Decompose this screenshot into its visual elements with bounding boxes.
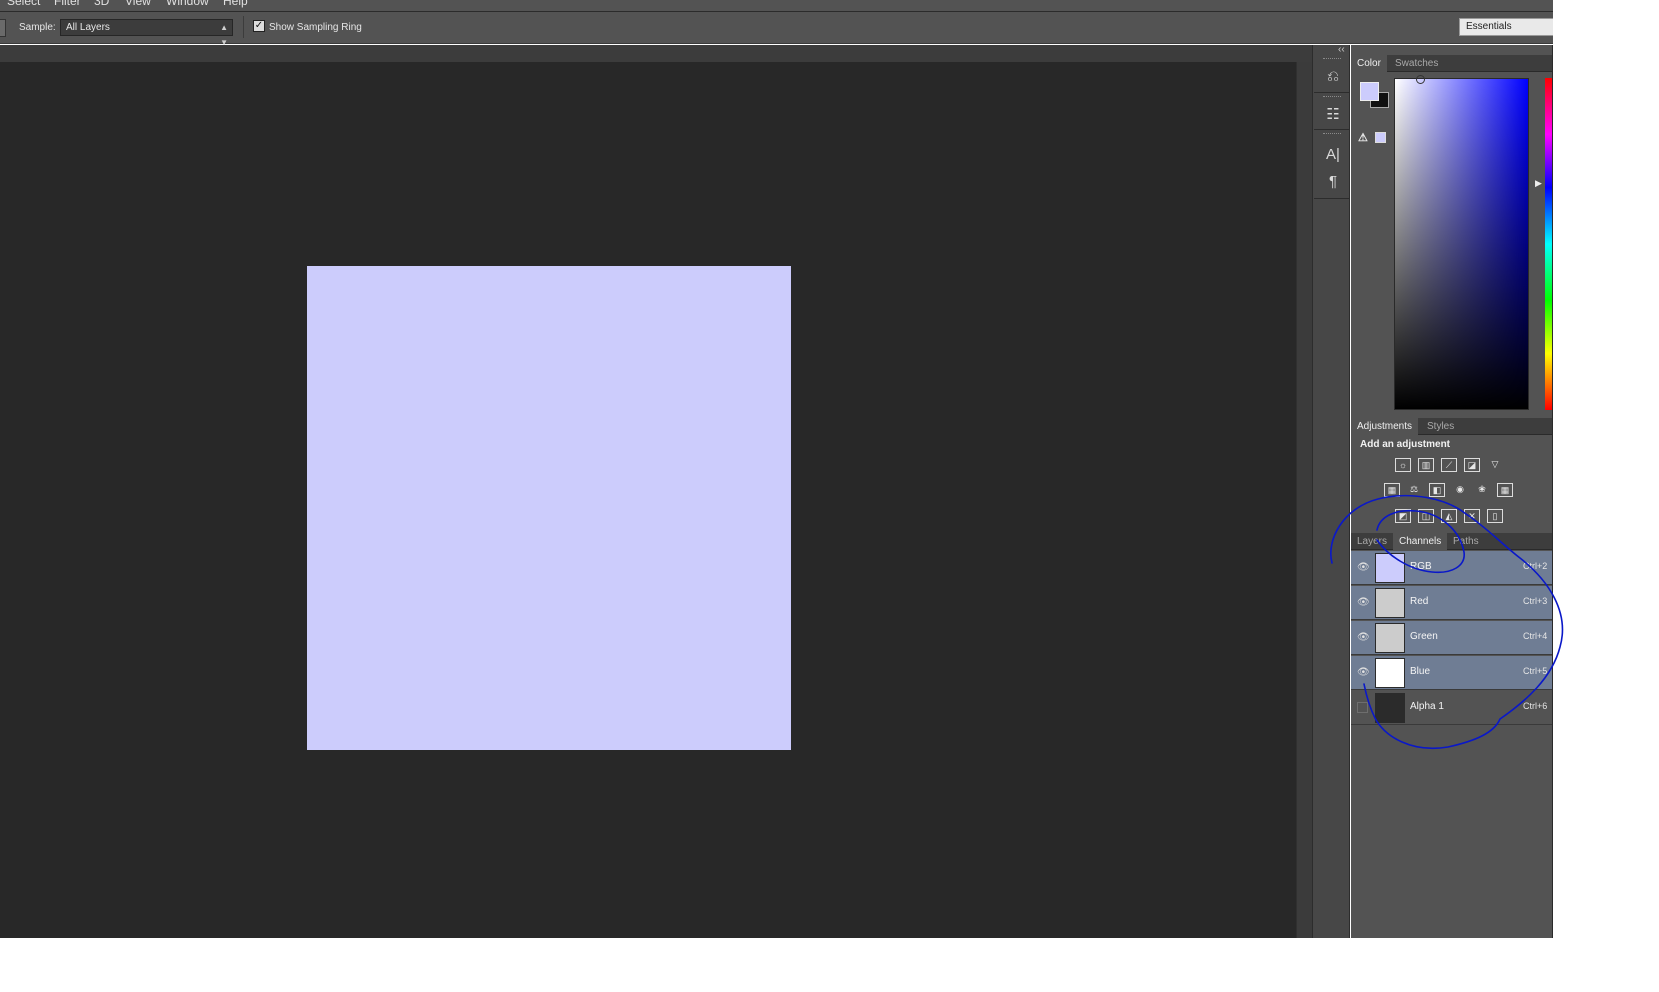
channel-thumbnail <box>1375 658 1405 688</box>
channel-mixer-icon[interactable]: ❀ <box>1474 483 1490 497</box>
tool-preset-picker[interactable] <box>0 19 6 37</box>
gamut-correction-swatch[interactable] <box>1375 132 1386 143</box>
document-canvas[interactable] <box>307 266 791 750</box>
channel-name: Red <box>1410 596 1429 607</box>
black-white-icon[interactable]: ◧ <box>1429 483 1445 497</box>
visibility-eye-icon[interactable]: 👁 <box>1357 597 1370 609</box>
show-sampling-ring-checkbox[interactable]: ✓ <box>253 20 265 32</box>
saturation-brightness-field[interactable] <box>1394 78 1529 410</box>
hue-slider-handle[interactable]: ▶ <box>1535 178 1542 189</box>
dock-divider <box>1314 92 1349 93</box>
sample-select[interactable]: All Layers ▲ ▼ <box>60 19 233 47</box>
tab-paths[interactable]: Paths <box>1447 533 1485 550</box>
channel-row-red[interactable]: 👁 Red Ctrl+3 <box>1351 586 1553 620</box>
selective-color-icon[interactable]: ✕ <box>1464 509 1480 523</box>
panel-dock-collapsed: ⎌ ☷ A| ¶ <box>1312 45 1350 938</box>
screen-bottom-edge <box>0 938 1568 992</box>
dock-grip[interactable] <box>1323 133 1341 135</box>
show-sampling-ring-label: Show Sampling Ring <box>269 22 362 33</box>
channel-row-blue[interactable]: 👁 Blue Ctrl+5 <box>1351 656 1553 690</box>
menu-window[interactable]: Window <box>166 0 209 8</box>
vibrance-icon[interactable]: ▽ <box>1487 458 1503 472</box>
menu-view[interactable]: View <box>125 0 151 8</box>
sample-label: Sample: <box>19 22 56 33</box>
channel-shortcut: Ctrl+4 <box>1523 631 1548 641</box>
channel-name: Blue <box>1410 666 1431 677</box>
visibility-eye-icon[interactable]: 👁 <box>1357 667 1370 679</box>
sample-select-value: All Layers <box>66 22 110 33</box>
foreground-color-swatch[interactable] <box>1360 82 1379 101</box>
hue-saturation-icon[interactable]: ▦ <box>1384 483 1400 497</box>
options-bar <box>0 12 1568 44</box>
color-picker-cursor[interactable] <box>1416 75 1425 84</box>
channel-thumbnail <box>1375 553 1405 583</box>
visibility-eye-icon[interactable]: 👁 <box>1357 632 1370 644</box>
curves-icon[interactable]: ⟋ <box>1441 458 1457 472</box>
character-icon[interactable]: A| <box>1323 145 1343 165</box>
tab-channels[interactable]: Channels <box>1393 533 1448 550</box>
color-panel-tabs: Color Swatches <box>1351 55 1553 72</box>
options-separator <box>243 16 244 38</box>
channel-row-rgb[interactable]: 👁 RGB Ctrl+2 <box>1351 551 1553 585</box>
menu-filter[interactable]: Filter <box>54 0 81 8</box>
brightness-contrast-icon[interactable]: ☼ <box>1395 458 1411 472</box>
channel-row-green[interactable]: 👁 Green Ctrl+4 <box>1351 621 1553 655</box>
tab-adjustments[interactable]: Adjustments <box>1351 418 1419 435</box>
channel-thumbnail <box>1375 693 1405 723</box>
gradient-map-icon[interactable]: ▯ <box>1487 509 1503 523</box>
dock-grip[interactable] <box>1323 96 1341 98</box>
color-lookup-icon[interactable]: ▦ <box>1497 483 1513 497</box>
channels-panel-tabs: Layers Channels Paths <box>1351 533 1553 550</box>
workspace-switcher[interactable]: Essentials <box>1459 18 1559 36</box>
adjustments-panel-tabs: Adjustments Styles <box>1351 418 1553 435</box>
channel-shortcut: Ctrl+6 <box>1523 701 1548 711</box>
exposure-icon[interactable]: ◪ <box>1464 458 1480 472</box>
channel-shortcut: Ctrl+2 <box>1523 561 1548 571</box>
document-tab-strip <box>0 45 1312 62</box>
dock-divider <box>1314 198 1349 199</box>
tab-layers[interactable]: Layers <box>1351 533 1393 550</box>
channel-thumbnail <box>1375 588 1405 618</box>
dock-divider <box>1314 129 1349 130</box>
threshold-icon[interactable]: ◭ <box>1441 509 1457 523</box>
tab-color[interactable]: Color <box>1351 55 1387 72</box>
out-of-gamut-warning-icon[interactable]: ⚠ <box>1358 131 1368 144</box>
menu-select[interactable]: Select <box>7 0 40 8</box>
visibility-eye-icon[interactable]: 👁 <box>1357 562 1370 574</box>
color-balance-icon[interactable]: ⚖ <box>1406 483 1422 497</box>
levels-icon[interactable]: ▥ <box>1418 458 1434 472</box>
properties-icon[interactable]: ☷ <box>1323 105 1343 125</box>
channel-row-alpha-1[interactable]: Alpha 1 Ctrl+6 <box>1351 691 1553 725</box>
photo-filter-icon[interactable]: ◉ <box>1452 483 1468 497</box>
screen-edge <box>1553 0 1659 992</box>
visibility-toggle-box[interactable] <box>1357 702 1368 713</box>
tab-styles[interactable]: Styles <box>1421 418 1460 435</box>
vertical-scrollbar[interactable] <box>1296 62 1312 938</box>
collapse-panels-icon[interactable]: ‹‹ <box>1338 44 1345 55</box>
menu-help[interactable]: Help <box>223 0 248 8</box>
invert-icon[interactable]: ◩ <box>1395 509 1411 523</box>
menu-bar: Select Filter 3D View Window Help <box>0 0 1568 12</box>
channel-shortcut: Ctrl+3 <box>1523 596 1548 606</box>
channel-thumbnail <box>1375 623 1405 653</box>
paragraph-icon[interactable]: ¶ <box>1323 172 1343 192</box>
menu-3d[interactable]: 3D <box>94 0 109 8</box>
tab-swatches[interactable]: Swatches <box>1389 55 1444 72</box>
channel-name: Green <box>1410 631 1438 642</box>
adjustments-title: Add an adjustment <box>1360 439 1451 450</box>
channel-shortcut: Ctrl+5 <box>1523 666 1548 676</box>
channel-name: Alpha 1 <box>1410 701 1444 712</box>
dock-grip[interactable] <box>1323 58 1341 60</box>
channel-name: RGB <box>1410 561 1432 572</box>
history-icon[interactable]: ⎌ <box>1323 67 1343 87</box>
posterize-icon[interactable]: ◫ <box>1418 509 1434 523</box>
